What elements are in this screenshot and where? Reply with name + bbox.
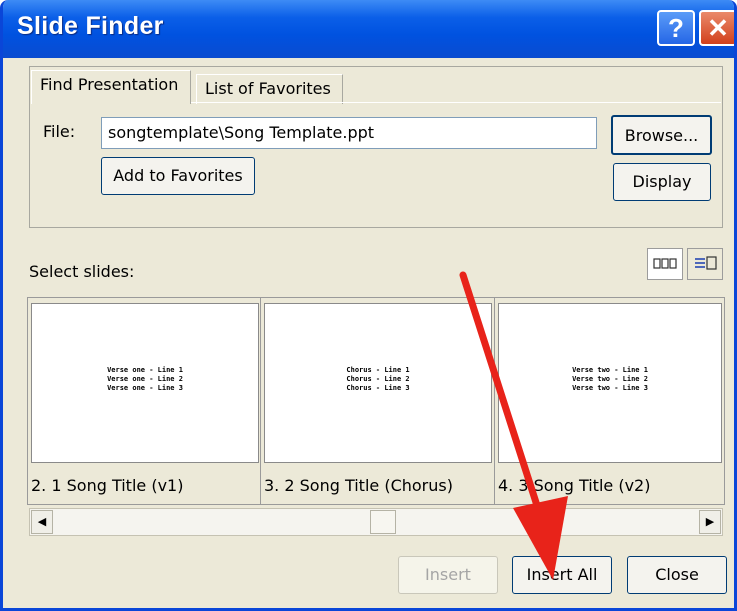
select-slides-label: Select slides:	[29, 262, 135, 281]
slide-thumbnail-2[interactable]: Chorus - Line 1 Chorus - Line 2 Chorus -…	[264, 303, 492, 463]
slide-caption-3: 4. 3 Song Title (v2)	[498, 476, 651, 495]
add-to-favorites-button[interactable]: Add to Favorites	[101, 157, 255, 195]
insert-button[interactable]: Insert	[398, 556, 498, 594]
list-view-button[interactable]	[687, 248, 723, 280]
slide-finder-dialog: Slide Finder ? ✕ List of Favorites Find …	[0, 0, 737, 611]
slide-text: Verse two - Line 1 Verse two - Line 2 Ve…	[572, 366, 648, 392]
close-window-button[interactable]: ✕	[699, 10, 734, 46]
tab-find-presentation[interactable]: Find Presentation	[31, 70, 191, 104]
browse-button[interactable]: Browse...	[611, 115, 712, 155]
slide-caption-2: 3. 2 Song Title (Chorus)	[264, 476, 453, 495]
thumbnail-view-button[interactable]	[647, 248, 683, 280]
close-button[interactable]: Close	[627, 556, 727, 594]
scroll-left-icon[interactable]: ◀	[31, 510, 53, 534]
file-path-input[interactable]: songtemplate\Song Template.ppt	[101, 117, 597, 149]
slide-caption-1: 2. 1 Song Title (v1)	[31, 476, 184, 495]
file-label: File:	[43, 122, 76, 141]
slide-thumbnail-3[interactable]: Verse two - Line 1 Verse two - Line 2 Ve…	[498, 303, 722, 463]
slide-list-view-icon	[695, 256, 717, 270]
horizontal-scrollbar[interactable]: ◀ ▶	[29, 508, 723, 536]
slide-text: Verse one - Line 1 Verse one - Line 2 Ve…	[107, 366, 183, 392]
title-bar[interactable]: Slide Finder ? ✕	[3, 0, 734, 58]
tab-list-of-favorites[interactable]: List of Favorites	[196, 74, 343, 104]
help-button[interactable]: ?	[657, 10, 695, 46]
dialog-title: Slide Finder	[17, 12, 164, 40]
slide-thumbnail-1[interactable]: Verse one - Line 1 Verse one - Line 2 Ve…	[31, 303, 259, 463]
scroll-thumb[interactable]	[370, 510, 396, 534]
display-button[interactable]: Display	[613, 163, 711, 201]
insert-all-button[interactable]: Insert All	[512, 556, 612, 594]
slide-thumbnail-view-icon	[653, 258, 677, 269]
slide-text: Chorus - Line 1 Chorus - Line 2 Chorus -…	[346, 366, 410, 392]
scroll-right-icon[interactable]: ▶	[699, 510, 721, 534]
